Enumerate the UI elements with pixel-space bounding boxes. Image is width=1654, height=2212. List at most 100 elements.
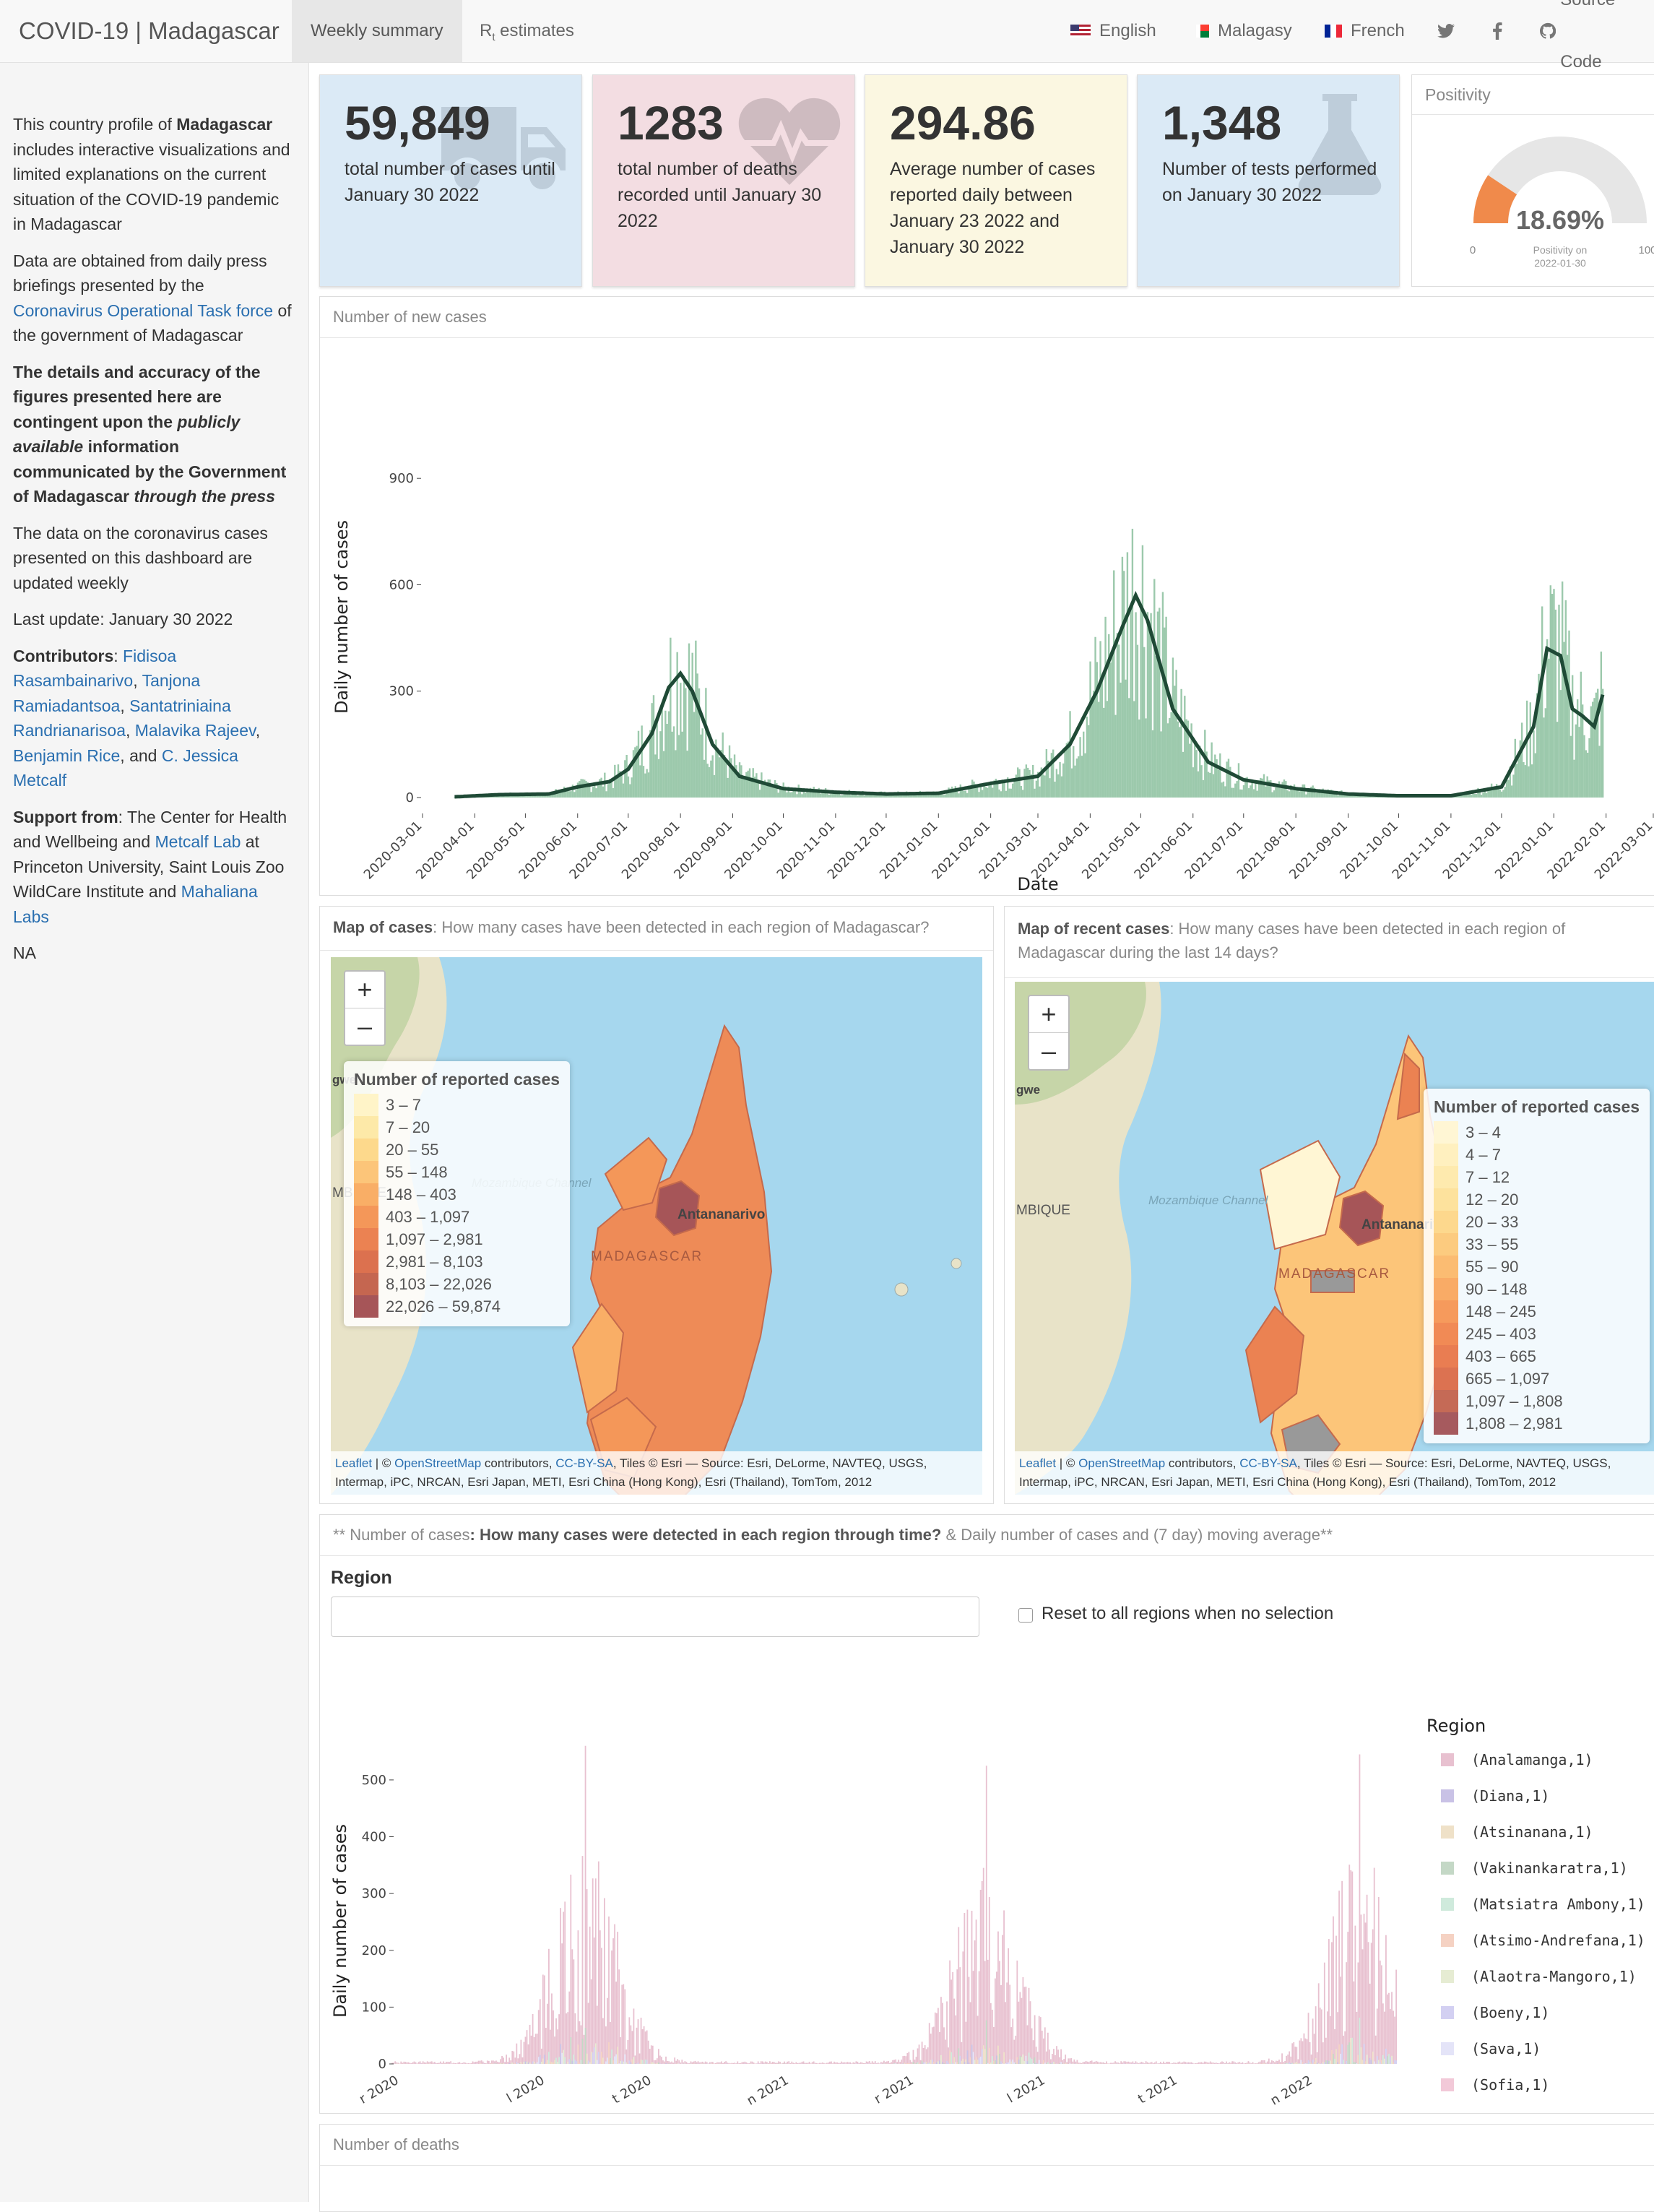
region-bar (1290, 2063, 1291, 2064)
lang-english[interactable]: English (1070, 0, 1156, 62)
region-bar (1350, 1870, 1351, 2064)
region-bar (1393, 2062, 1394, 2064)
region-bar (1385, 2049, 1387, 2064)
region-bar (403, 2062, 404, 2064)
map-total-canvas[interactable]: Antananarivo Mozambique Channel MADAGASC… (331, 957, 982, 1495)
daily-bar (612, 788, 614, 798)
region-bar (1024, 2061, 1026, 2064)
region-bar (693, 2062, 695, 2064)
region-legend-item[interactable]: (Analamanga,1) (1471, 1751, 1593, 1768)
lang-french[interactable]: French (1325, 0, 1405, 62)
region-bar (646, 2031, 648, 2064)
region-legend-item[interactable]: (Vakinankaratra,1) (1471, 1859, 1628, 1877)
daily-bar (1305, 795, 1307, 798)
region-bar (459, 2062, 460, 2064)
app-brand[interactable]: COVID-19 | Madagascar (19, 17, 280, 45)
daily-bar (1234, 784, 1236, 798)
region-bar (1365, 2061, 1367, 2064)
region-bar (1027, 2025, 1029, 2064)
daily-bar (1481, 795, 1482, 798)
legend-label: 148 – 245 (1465, 1302, 1536, 1321)
region-bar (531, 2036, 532, 2064)
region-legend-item[interactable]: (Boeny,1) (1471, 2004, 1549, 2021)
region-legend-item[interactable]: (Matsiatra Ambony,1) (1471, 1896, 1645, 1913)
daily-bar (701, 728, 703, 798)
region-bar (922, 2061, 923, 2064)
map-recent-canvas[interactable]: Antananarivo Mozambique Channel MADAGASC… (1015, 982, 1654, 1495)
zoom-in-button[interactable]: + (345, 972, 384, 1008)
daily-bar (1243, 785, 1244, 798)
region-select-input[interactable] (331, 1597, 979, 1637)
daily-bar (1315, 793, 1317, 798)
cc-link[interactable]: CC-BY-SA (1239, 1456, 1297, 1470)
region-bar (527, 2030, 528, 2064)
contributor-link[interactable]: Malavika Rajeev (135, 721, 256, 740)
region-bar (1300, 2038, 1302, 2064)
source-code-link[interactable]: Source Code (1540, 0, 1654, 62)
region-bar (1019, 1992, 1021, 2064)
daily-bar (624, 760, 625, 798)
region-bar (1227, 2063, 1229, 2064)
region-bar (1087, 2062, 1088, 2064)
task-force-link[interactable]: Coronavirus Operational Task force (13, 301, 273, 320)
region-legend-item[interactable]: (Alaotra-Mangoro,1) (1471, 1968, 1637, 1985)
region-bar (1302, 2042, 1304, 2064)
region-bar (563, 2050, 564, 2064)
region-bar (1331, 2050, 1333, 2064)
region-bar (1086, 2061, 1087, 2064)
lang-malagasy[interactable]: Malagasy (1196, 0, 1292, 62)
region-bar (607, 1998, 608, 2064)
region-bar (741, 2062, 742, 2064)
region-bar (948, 2062, 949, 2064)
region-bar (807, 2063, 809, 2064)
region-bar (1324, 1963, 1325, 2064)
region-bar (437, 2063, 438, 2064)
region-legend-item[interactable]: (Sava,1) (1471, 2040, 1541, 2057)
region-bar (1343, 2060, 1344, 2064)
reset-checkbox[interactable] (1018, 1608, 1033, 1623)
zoom-out-button[interactable]: – (1029, 1033, 1068, 1069)
zoom-in-button[interactable]: + (1029, 996, 1068, 1033)
region-bar (826, 2063, 828, 2064)
region-bar (414, 2062, 415, 2064)
tab-weekly-summary[interactable]: Weekly summary (292, 0, 462, 62)
region-legend-item[interactable]: (Diana,1) (1471, 1787, 1549, 1805)
daily-bar (602, 787, 604, 798)
leaflet-link[interactable]: Leaflet (1019, 1456, 1056, 1470)
zoom-out-button[interactable]: – (345, 1008, 384, 1045)
contributor-link[interactable]: Benjamin Rice (13, 746, 120, 765)
twitter-icon[interactable] (1437, 0, 1455, 62)
region-bar (851, 2063, 852, 2064)
region-legend-item[interactable]: (Atsinanana,1) (1471, 1823, 1593, 1841)
region-bar (942, 2003, 943, 2064)
daily-bar (706, 764, 708, 798)
region-bar (712, 2062, 714, 2064)
region-bar (1084, 2062, 1086, 2064)
region-bar (1374, 2062, 1375, 2064)
osm-link[interactable]: OpenStreetMap (1078, 1456, 1165, 1470)
daily-bar (748, 771, 749, 798)
leaflet-link[interactable]: Leaflet (335, 1456, 372, 1470)
region-bar (615, 2055, 617, 2064)
region-bar (1138, 2063, 1140, 2064)
region-bar (1201, 2062, 1203, 2064)
region-legend-item[interactable]: (Atsimo-Andrefana,1) (1471, 1932, 1645, 1949)
daily-bar (1093, 691, 1094, 798)
region-bar (1271, 2060, 1273, 2064)
region-bar (477, 2062, 478, 2064)
region-bar (1190, 2062, 1191, 2064)
region-legend-item[interactable]: (Sofia,1) (1471, 2076, 1549, 2094)
cc-link[interactable]: CC-BY-SA (555, 1456, 613, 1470)
region-bar (410, 2062, 411, 2064)
region-bar (594, 2047, 595, 2064)
region-bar (1255, 2063, 1257, 2064)
region-bar (1372, 1930, 1374, 2064)
facebook-icon[interactable] (1492, 0, 1502, 62)
region-bar (1021, 2057, 1022, 2064)
tab-rt-estimates[interactable]: Rt estimates (461, 0, 593, 62)
daily-bar (892, 795, 893, 798)
osm-link[interactable]: OpenStreetMap (394, 1456, 481, 1470)
region-bar (940, 1997, 942, 2064)
legend-item: 148 – 245 (1434, 1300, 1640, 1323)
metcalf-lab-link[interactable]: Metcalf Lab (155, 832, 241, 851)
